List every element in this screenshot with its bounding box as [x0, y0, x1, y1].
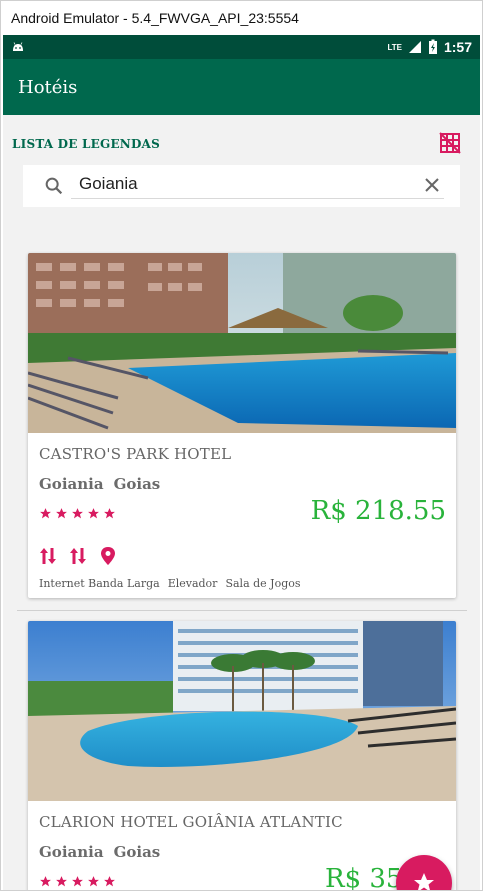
hotel-state: Goias	[113, 475, 161, 493]
amenity-list: Internet Banda Larga Elevador Sala de Jogo…	[39, 577, 301, 590]
hotel-card[interactable]: CASTRO'S PARK HOTEL Goiania Goias R$ 218.…	[28, 253, 456, 598]
list-divider	[17, 610, 467, 611]
amenity-label: Sala de Jogos	[225, 577, 301, 590]
star-icon	[56, 508, 67, 519]
main-content[interactable]: LISTA DE LEGENDAS Goiania CASTRO'S PARK …	[3, 115, 480, 890]
page-title: Hotéis	[18, 76, 78, 98]
device-screen: LTE 1:57 Hotéis LISTA DE LEGENDAS Goiani…	[3, 35, 480, 890]
hotel-name: CASTRO'S PARK HOTEL	[39, 445, 232, 463]
status-bar: LTE 1:57	[3, 35, 480, 59]
star-rating	[39, 875, 116, 888]
elevator-icon	[70, 548, 86, 564]
hotel-card[interactable]: CLARION HOTEL GOIÂNIA ATLANTIC Goiania Go…	[28, 621, 456, 890]
star-icon	[104, 508, 115, 519]
hotel-name: CLARION HOTEL GOIÂNIA ATLANTIC	[39, 813, 343, 831]
network-type: LTE	[387, 42, 402, 52]
signal-icon	[408, 41, 421, 53]
wifi-icon	[40, 548, 56, 564]
star-icon	[40, 876, 51, 887]
amenity-icons	[39, 546, 117, 566]
star-icon	[88, 508, 99, 519]
legend-title: LISTA DE LEGENDAS	[12, 137, 160, 151]
star-icon	[56, 876, 67, 887]
search-input[interactable]: Goiania	[71, 169, 444, 199]
hotel-photo	[28, 253, 456, 433]
amenity-label: Internet Banda Larga	[39, 577, 160, 590]
android-icon	[13, 42, 23, 51]
hotel-price: R$ 35	[325, 864, 403, 890]
hotel-location: Goiania Goias	[39, 843, 160, 861]
hotel-price: R$ 218.55	[310, 496, 446, 526]
hotel-city: Goiania	[39, 475, 104, 493]
search-icon	[45, 177, 63, 195]
emulator-window: Android Emulator - 5.4_FWVGA_API_23:5554…	[0, 0, 483, 891]
amenity-label: Elevador	[167, 577, 218, 590]
hotel-photo	[28, 621, 456, 801]
star-icon	[414, 873, 434, 890]
hotel-location: Goiania Goias	[39, 475, 160, 493]
app-bar: Hotéis	[3, 59, 480, 115]
grid-off-icon[interactable]	[438, 131, 462, 155]
clock: 1:57	[443, 39, 472, 55]
location-pin-icon	[101, 547, 115, 565]
hotel-state: Goias	[113, 843, 161, 861]
star-icon	[88, 876, 99, 887]
battery-icon	[428, 39, 437, 54]
star-icon	[104, 876, 115, 887]
window-title: Android Emulator - 5.4_FWVGA_API_23:5554	[11, 10, 299, 26]
window-title-bar: Android Emulator - 5.4_FWVGA_API_23:5554	[1, 1, 482, 35]
hotel-city: Goiania	[39, 843, 104, 861]
search-bar: Goiania	[23, 165, 460, 207]
star-rating	[39, 507, 116, 520]
star-icon	[72, 876, 83, 887]
legend-header: LISTA DE LEGENDAS	[12, 131, 472, 155]
status-indicators: LTE 1:57	[387, 39, 472, 55]
star-icon	[40, 508, 51, 519]
star-icon	[72, 508, 83, 519]
close-icon[interactable]	[422, 175, 442, 195]
